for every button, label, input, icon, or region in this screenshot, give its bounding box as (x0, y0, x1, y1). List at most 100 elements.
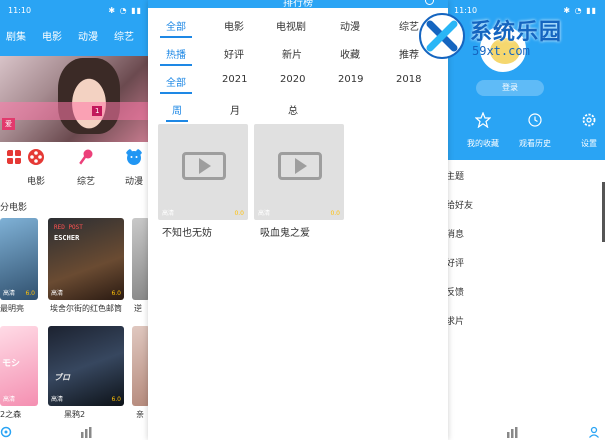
home-top-bar: 11:10 ✱ ◔ ▮▮ 剧集 电影 动漫 综艺 (0, 0, 150, 56)
category-anime[interactable]: 动漫 (116, 148, 150, 187)
movie-title[interactable]: 黑鸦2 (64, 409, 85, 420)
movie-title[interactable]: 2之森 (0, 409, 21, 420)
ranking-title: 排行榜 (283, 0, 313, 9)
filter-type-tv[interactable]: 电视剧 (276, 18, 306, 33)
filter-period-week[interactable]: 周 (166, 102, 188, 122)
filter-row-year: 全部 2021 2020 2019 2018 (148, 70, 448, 94)
poster-tag: 高清 (51, 290, 64, 297)
section-title: 分电影 (0, 203, 28, 213)
movie-poster[interactable]: モシ 高清 (0, 326, 38, 406)
filter-period-total[interactable]: 总 (288, 102, 298, 117)
filter-type-anime[interactable]: 动漫 (340, 18, 360, 33)
menu-item-share[interactable]: 给好友 (446, 198, 605, 211)
ranking-header: 排行榜 (148, 0, 448, 9)
filter-period-month[interactable]: 月 (230, 102, 240, 117)
movie-poster[interactable]: RED POST ESCHER 高清 6.0 (48, 218, 124, 300)
nav-tab-anime[interactable]: 动漫 (78, 28, 114, 43)
poster-text: ブロ (54, 373, 70, 382)
home-nav-tabs: 剧集 电影 动漫 综艺 (0, 20, 150, 50)
shortcut-history[interactable]: 观看历史 (510, 112, 560, 149)
filter-year-2019[interactable]: 2019 (338, 74, 363, 85)
shortcut-settings[interactable]: 设置 (564, 112, 605, 149)
nav-tab-series[interactable]: 剧集 (6, 28, 42, 43)
movie-title[interactable]: 埃舍尔街的红色邮筒 (50, 303, 126, 314)
banner-tag-left: 爱 (2, 118, 15, 130)
shortcut-label: 我的收藏 (467, 139, 499, 148)
filter-sort-rating[interactable]: 好评 (224, 46, 244, 61)
filter-sort-recommend[interactable]: 推荐 (399, 46, 419, 61)
ranking-screen: 排行榜 全部 电影 电视剧 动漫 综艺 热播 好评 新片 收藏 推荐 全部 20… (148, 0, 448, 440)
category-variety[interactable]: 综艺 (68, 148, 104, 187)
filter-year-all[interactable]: 全部 (160, 74, 192, 94)
bottom-nav (0, 424, 150, 440)
watermark-x-icon (419, 13, 465, 59)
menu-item-request[interactable]: 求片 (446, 314, 605, 327)
filter-year-2018[interactable]: 2018 (396, 74, 421, 85)
category-shortcuts: 电影 综艺 动漫 (0, 148, 150, 188)
app-screenshots: 11:10 ✱ ◔ ▮▮ 剧集 电影 动漫 综艺 爱 1 电影 综艺 动漫 分电… (0, 0, 605, 440)
filter-type-all[interactable]: 全部 (160, 18, 192, 38)
filter-type-variety[interactable]: 综艺 (399, 18, 419, 33)
play-icon (278, 152, 322, 180)
gear-icon (582, 113, 596, 127)
movie-title[interactable]: 逆 (134, 303, 142, 314)
bear-icon (126, 149, 142, 165)
status-time: 11:10 (8, 5, 32, 15)
shortcut-label: 设置 (581, 139, 597, 148)
menu-item-theme[interactable]: 主题 (446, 169, 605, 182)
history-icon (528, 113, 542, 127)
star-icon (474, 111, 492, 129)
nav-tab-movie[interactable]: 电影 (42, 28, 78, 43)
video-card[interactable]: 高清 0.0 (254, 124, 344, 220)
watermark-logo: 系统乐园 59xt.com (418, 6, 590, 64)
poster-text: RED POST (54, 224, 83, 231)
status-icons: ✱ ◔ ▮▮ (108, 5, 142, 15)
watermark-brand: 系统乐园 (470, 20, 563, 45)
video-card[interactable]: 高清 0.0 (158, 124, 248, 220)
category-label: 动漫 (124, 177, 143, 187)
shortcut-label: 观看历史 (519, 139, 551, 148)
menu-item-messages[interactable]: 消息 (446, 227, 605, 240)
video-score: 0.0 (234, 210, 244, 217)
poster-score: 6.0 (111, 396, 121, 403)
microphone-icon (78, 149, 93, 166)
menu-item-rate[interactable]: 好评 (446, 256, 605, 269)
menu-item-feedback[interactable]: 反馈 (446, 285, 605, 298)
filter-sort-new[interactable]: 新片 (282, 46, 302, 61)
filter-type-movie[interactable]: 电影 (224, 18, 244, 33)
category-movie[interactable]: 电影 (18, 148, 54, 187)
poster-score: 6.0 (111, 290, 121, 297)
poster-tag: 高清 (3, 290, 16, 297)
home-banner[interactable]: 爱 1 (0, 56, 150, 142)
film-reel-icon (28, 149, 44, 165)
home-screen: 11:10 ✱ ◔ ▮▮ 剧集 电影 动漫 综艺 爱 1 电影 综艺 动漫 分电… (0, 0, 150, 440)
video-title[interactable]: 不知也无妨 (162, 224, 212, 239)
poster-text: ESCHER (54, 234, 80, 242)
ranking-icon[interactable] (80, 426, 92, 438)
filter-year-2020[interactable]: 2020 (280, 74, 305, 85)
filter-row-period: 周 月 总 (148, 98, 448, 122)
shortcut-favorites[interactable]: 我的收藏 (458, 111, 508, 149)
filter-year-2021[interactable]: 2021 (222, 74, 247, 85)
banner-portrait (58, 58, 120, 134)
video-title[interactable]: 吸血鬼之爱 (260, 224, 310, 239)
movie-title[interactable]: 最明亮 (0, 303, 24, 314)
poster-text: モシ (2, 359, 21, 369)
status-bar: 11:10 ✱ ◔ ▮▮ (0, 0, 150, 20)
filter-row-type: 全部 电影 电视剧 动漫 综艺 (148, 14, 448, 38)
home-icon[interactable] (0, 426, 12, 438)
nav-tab-variety[interactable]: 综艺 (114, 28, 150, 43)
category-label: 电影 (26, 177, 45, 187)
login-button[interactable]: 登录 (476, 80, 544, 96)
movie-poster[interactable]: ブロ 高清 6.0 (48, 326, 124, 406)
filter-sort-hot[interactable]: 热播 (160, 46, 192, 66)
ranking-icon[interactable] (506, 426, 518, 438)
category-label: 综艺 (76, 177, 95, 187)
filter-sort-fav[interactable]: 收藏 (340, 46, 360, 61)
movie-title[interactable]: 亲 (136, 409, 144, 420)
poster-tag: 高清 (3, 396, 16, 403)
banner-band (0, 102, 150, 120)
movie-poster[interactable]: 高清 6.0 (0, 218, 38, 300)
profile-icon[interactable] (588, 426, 600, 438)
banner-tag-right: 1 (92, 106, 103, 116)
